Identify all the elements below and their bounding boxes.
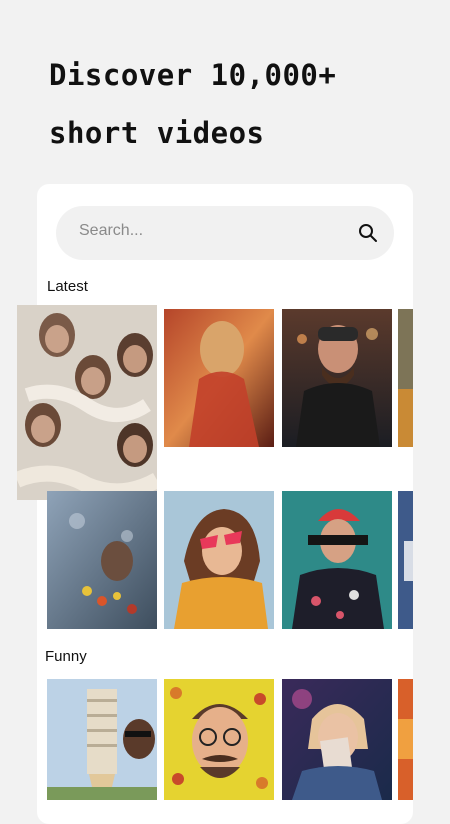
- video-thumbnail[interactable]: [164, 491, 274, 629]
- headline-line-1: Discover 10,000+: [49, 58, 337, 92]
- video-thumbnail[interactable]: [47, 679, 157, 800]
- video-thumbnail[interactable]: [164, 679, 274, 800]
- headline-line-2: short videos: [49, 116, 265, 150]
- video-thumbnail[interactable]: [282, 491, 392, 629]
- video-thumbnail[interactable]: [398, 309, 413, 447]
- section-title-funny: Funny: [45, 648, 87, 665]
- video-thumbnail[interactable]: [282, 679, 392, 800]
- section-title-latest: Latest: [47, 278, 88, 295]
- video-thumbnail[interactable]: [47, 491, 157, 629]
- video-thumbnail[interactable]: [398, 491, 413, 629]
- featured-video-thumbnail[interactable]: [17, 305, 157, 500]
- search-bar[interactable]: Search...: [56, 206, 394, 260]
- headline: Discover 10,000+ short videos: [49, 46, 336, 162]
- video-thumbnail[interactable]: [282, 309, 392, 447]
- video-thumbnail[interactable]: [164, 309, 274, 447]
- search-input[interactable]: Search...: [79, 222, 143, 240]
- search-icon[interactable]: [358, 223, 378, 243]
- video-thumbnail[interactable]: [398, 679, 413, 800]
